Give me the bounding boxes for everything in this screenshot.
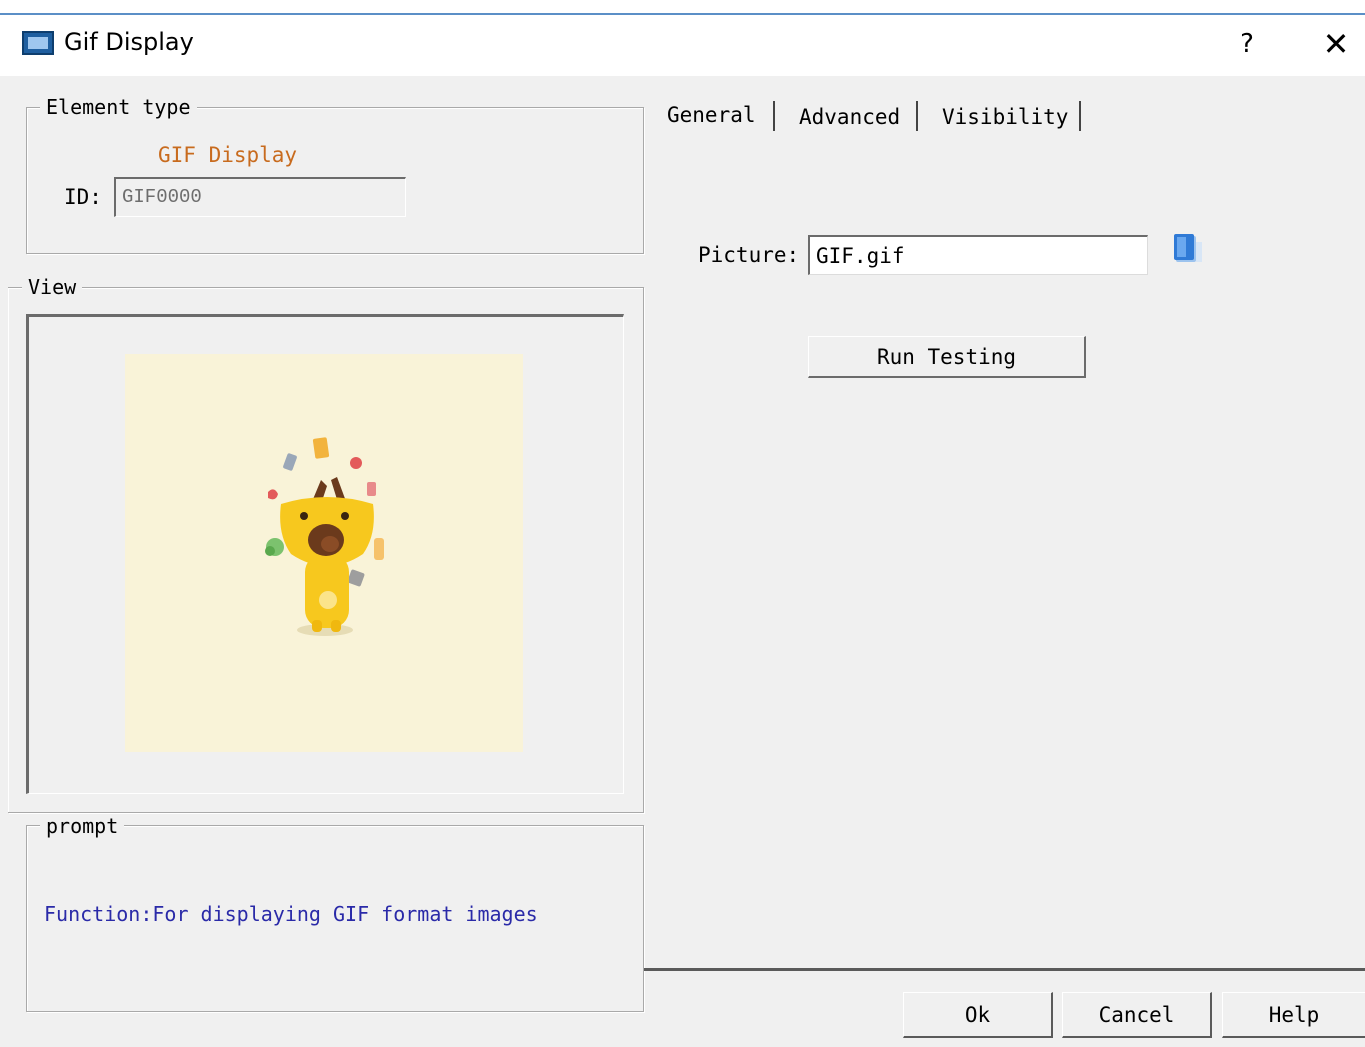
run-testing-button[interactable]: Run Testing (808, 336, 1086, 378)
id-field: GIF0000 (114, 177, 406, 217)
tab-advanced[interactable]: Advanced (799, 104, 900, 130)
cancel-button[interactable]: Cancel (1062, 992, 1212, 1038)
ok-button[interactable]: Ok (903, 992, 1053, 1038)
prompt-legend: prompt (40, 815, 125, 837)
element-type-name: GIF Display (158, 143, 298, 167)
tab-separator (916, 101, 918, 131)
element-type-legend: Element type (40, 96, 197, 118)
folder-browse-icon[interactable] (1172, 232, 1204, 266)
prompt-description: Function:For displaying GIF format image… (44, 902, 538, 926)
picture-label: Picture: (698, 243, 800, 267)
tab-general[interactable]: General (667, 102, 756, 128)
tab-visibility[interactable]: Visibility (942, 104, 1068, 130)
title-bar (0, 0, 1365, 76)
hmi-monitor-icon (22, 31, 54, 55)
mascot-gif-illustration (265, 437, 384, 636)
help-button[interactable]: Help (1222, 992, 1365, 1038)
help-question-button[interactable]: ? (1232, 26, 1262, 62)
picture-input[interactable]: GIF.gif (808, 235, 1148, 275)
title-bar-accent-line (0, 13, 1365, 15)
close-icon[interactable]: ✕ (1316, 26, 1356, 62)
view-legend: View (22, 276, 83, 298)
window-title: Gif Display (64, 28, 194, 56)
tab-separator (1079, 101, 1081, 131)
id-label: ID: (64, 185, 102, 209)
gif-preview-image (125, 354, 523, 752)
tab-separator (773, 101, 775, 131)
bottom-divider (644, 968, 1365, 971)
